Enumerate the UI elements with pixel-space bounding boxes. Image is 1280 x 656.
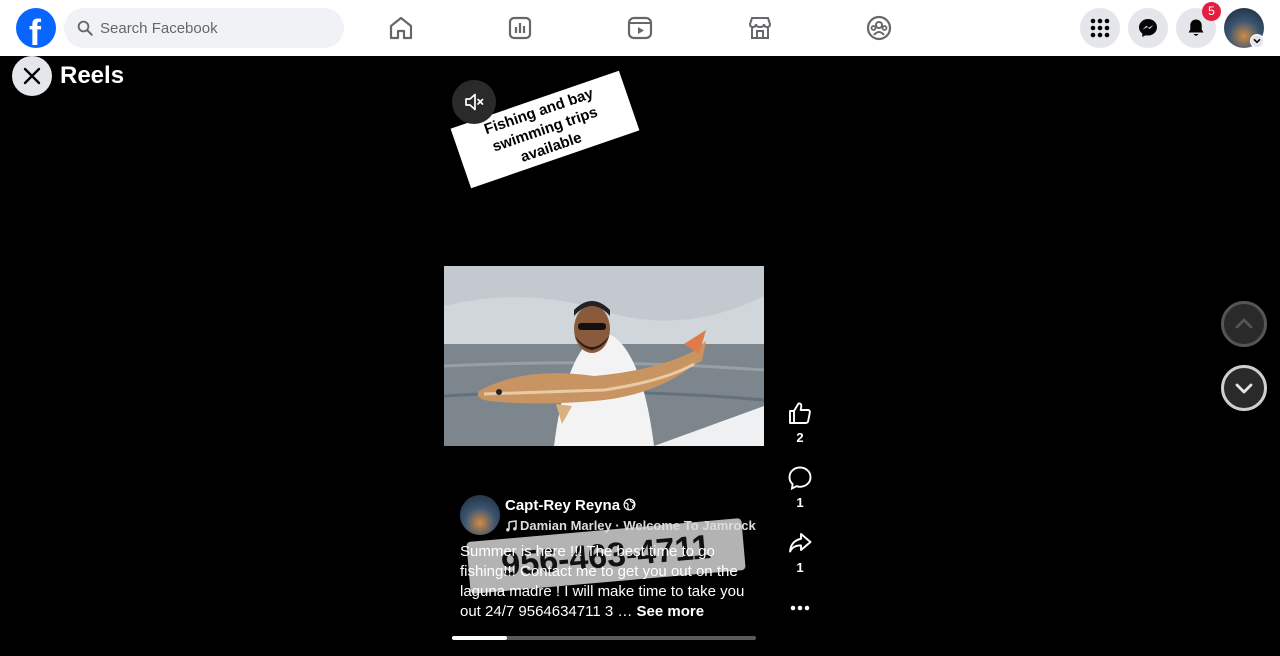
thumbs-up-icon (789, 402, 811, 424)
home-icon[interactable] (387, 14, 415, 42)
notification-badge: 5 (1202, 2, 1221, 21)
menu-grid-icon (1090, 18, 1110, 38)
more-icon (790, 605, 810, 611)
music-note-icon (506, 519, 517, 531)
speaker-muted-icon (465, 93, 484, 111)
facebook-logo[interactable]: f (16, 8, 56, 53)
globe-icon (623, 498, 636, 511)
share-button[interactable]: 1 (780, 530, 820, 575)
search-input[interactable] (100, 8, 336, 48)
share-icon (789, 533, 812, 553)
messenger-button[interactable] (1128, 8, 1168, 48)
groups-icon[interactable] (865, 14, 893, 42)
chevron-down-icon (1235, 383, 1253, 394)
video-icon[interactable] (626, 14, 654, 42)
close-reels-button[interactable] (12, 56, 52, 96)
mute-button[interactable] (452, 80, 496, 124)
music-track-label: Damian Marley · Welcome To Jamrock (520, 518, 756, 533)
like-button[interactable]: 2 (780, 400, 820, 445)
share-count: 1 (796, 560, 804, 575)
search-box[interactable] (64, 8, 344, 48)
reel-caption: Summer is here !!! The best time to go f… (460, 542, 760, 622)
bell-icon (1188, 19, 1204, 36)
menu-button[interactable] (1080, 8, 1120, 48)
author-avatar[interactable] (460, 495, 500, 535)
music-track[interactable]: Damian Marley · Welcome To Jamrock (505, 518, 756, 533)
chevron-up-icon (1235, 318, 1253, 329)
reel-progress-fill (452, 636, 507, 640)
chevron-down-icon[interactable] (1250, 34, 1264, 48)
reel-progress-bar[interactable] (452, 636, 756, 640)
see-more-link[interactable]: See more (637, 603, 705, 620)
marketplace-icon[interactable] (746, 14, 774, 42)
video-frame-image (444, 266, 764, 446)
stats-icon[interactable] (506, 14, 534, 42)
reel-video[interactable] (444, 266, 764, 446)
author-name[interactable]: Capt-Rey Reyna (505, 497, 620, 514)
like-count: 2 (796, 430, 804, 445)
comment-icon (788, 466, 812, 491)
close-icon (23, 67, 41, 85)
comment-button[interactable]: 1 (780, 465, 820, 510)
messenger-icon (1139, 19, 1157, 37)
comment-count: 1 (796, 495, 804, 510)
top-navigation-bar: f Search Facebook 5 (0, 0, 1280, 56)
previous-reel-button[interactable] (1221, 301, 1267, 347)
more-options-button[interactable] (780, 598, 820, 618)
next-reel-button[interactable] (1221, 365, 1267, 411)
page-title: Reels (60, 62, 125, 89)
search-icon (77, 20, 93, 36)
